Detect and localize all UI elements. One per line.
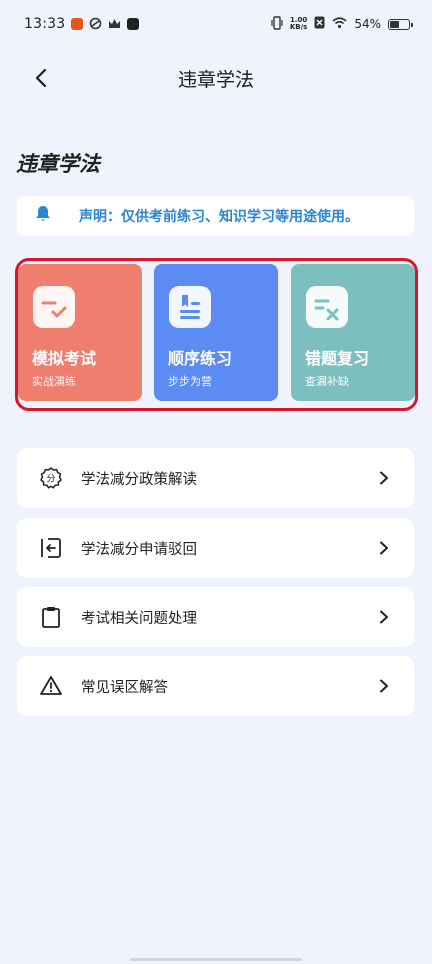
network-speed-unit: KB/s — [289, 23, 308, 31]
notice-banner: 声明：仅供考前练习、知识学习等用途使用。 — [17, 196, 414, 236]
menu-item-label: 学法减分政策解读 — [81, 471, 197, 488]
card-title: 模拟考试 — [32, 349, 97, 368]
header: 违章学法 — [0, 55, 432, 99]
status-left: 13:33 — [24, 15, 140, 34]
crown-icon — [108, 15, 121, 34]
card-subtitle: 步步为营 — [168, 375, 212, 388]
book-icon — [169, 286, 211, 328]
card-title: 错题复习 — [305, 349, 370, 368]
sim-x-icon — [314, 16, 325, 32]
notice-text: 声明：仅供考前练习、知识学习等用途使用。 — [79, 209, 359, 225]
vibrate-icon — [271, 15, 283, 33]
menu-item-label: 考试相关问题处理 — [81, 610, 197, 627]
status-time: 13:33 — [24, 16, 66, 32]
battery-icon — [388, 18, 413, 30]
chevron-right-icon — [376, 609, 392, 625]
chevron-right-icon — [376, 540, 392, 556]
return-icon — [39, 536, 63, 560]
page-title: 违章学法 — [177, 69, 254, 91]
chevron-right-icon — [376, 470, 392, 486]
points-badge-icon: 分 — [39, 466, 63, 490]
card-subtitle: 查漏补缺 — [305, 375, 349, 388]
menu-item-label: 学法减分申请驳回 — [81, 541, 197, 558]
network-speed: 1.00 KB/s — [290, 17, 307, 31]
bell-icon — [35, 205, 51, 227]
menu-item-policy[interactable]: 分 学法减分政策解读 — [17, 448, 414, 508]
wrong-answer-review-card[interactable]: 错题复习 查漏补缺 — [291, 264, 415, 401]
sync-icon — [89, 15, 102, 34]
chevron-right-icon — [376, 678, 392, 694]
menu-item-label: 常见误区解答 — [81, 679, 168, 696]
menu-item-rejection[interactable]: 学法减分申请驳回 — [17, 518, 414, 578]
wifi-icon — [332, 16, 347, 32]
exam-icon — [33, 286, 75, 328]
sequential-practice-card[interactable]: 顺序练习 步步为营 — [154, 264, 278, 401]
menu-item-exam-issues[interactable]: 考试相关问题处理 — [17, 587, 414, 647]
card-subtitle: 实战演练 — [32, 375, 76, 388]
wrong-answer-icon — [306, 286, 348, 328]
tiktok-icon — [127, 18, 140, 30]
battery-percent: 54% — [354, 17, 381, 31]
warning-icon — [39, 674, 63, 698]
card-title: 顺序练习 — [168, 349, 233, 368]
status-bar: 13:33 1.00 KB/s 54% — [0, 0, 432, 48]
svg-text:分: 分 — [46, 474, 55, 485]
home-indicator[interactable] — [130, 958, 302, 961]
mock-exam-card[interactable]: 模拟考试 实战演练 — [18, 264, 142, 401]
status-right: 1.00 KB/s 54% — [271, 15, 413, 33]
section-title: 违章学法 — [16, 152, 100, 176]
menu-item-misconceptions[interactable]: 常见误区解答 — [17, 656, 414, 716]
clipboard-icon — [39, 605, 63, 629]
app-notification-icon — [71, 18, 84, 30]
